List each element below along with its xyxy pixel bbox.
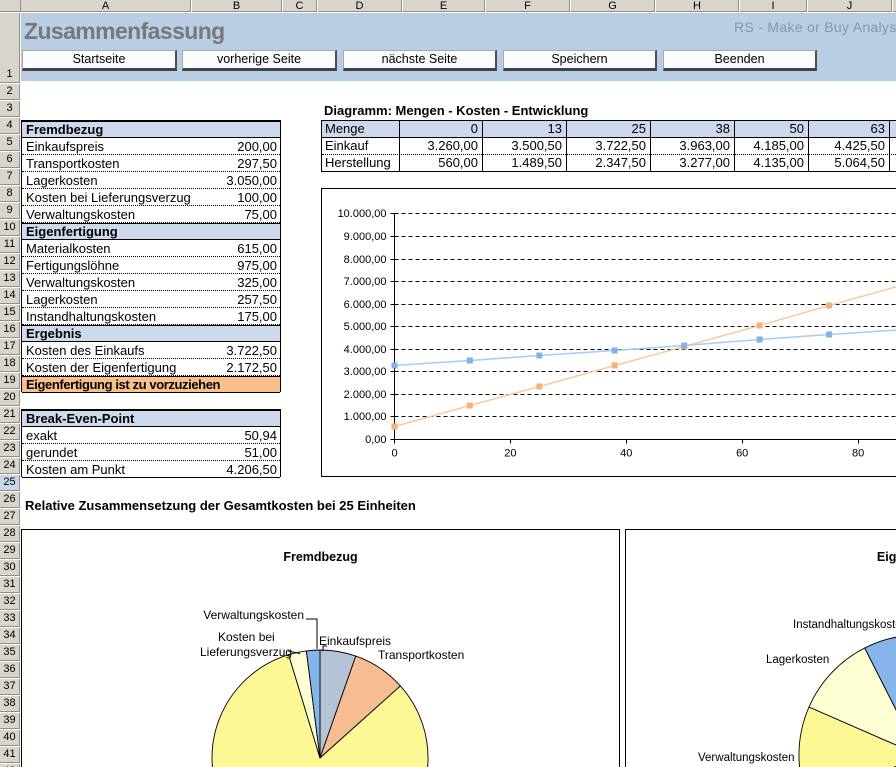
- svg-text:60: 60: [736, 448, 748, 460]
- svg-text:9.000,00: 9.000,00: [344, 231, 387, 243]
- svg-text:0,00: 0,00: [365, 434, 386, 446]
- svg-text:1.000,00: 1.000,00: [344, 411, 387, 423]
- svg-text:8.000,00: 8.000,00: [344, 254, 387, 266]
- svg-text:10.000,00: 10.000,00: [338, 208, 387, 220]
- svg-text:7.000,00: 7.000,00: [344, 276, 387, 288]
- svg-text:20: 20: [504, 448, 516, 460]
- svg-text:80: 80: [852, 448, 864, 460]
- svg-text:40: 40: [620, 448, 632, 460]
- svg-text:5.000,00: 5.000,00: [344, 321, 387, 333]
- svg-text:2.000,00: 2.000,00: [344, 389, 387, 401]
- svg-text:3.000,00: 3.000,00: [344, 366, 387, 378]
- svg-text:4.000,00: 4.000,00: [344, 344, 387, 356]
- svg-text:6.000,00: 6.000,00: [344, 299, 387, 311]
- svg-text:0: 0: [391, 448, 397, 460]
